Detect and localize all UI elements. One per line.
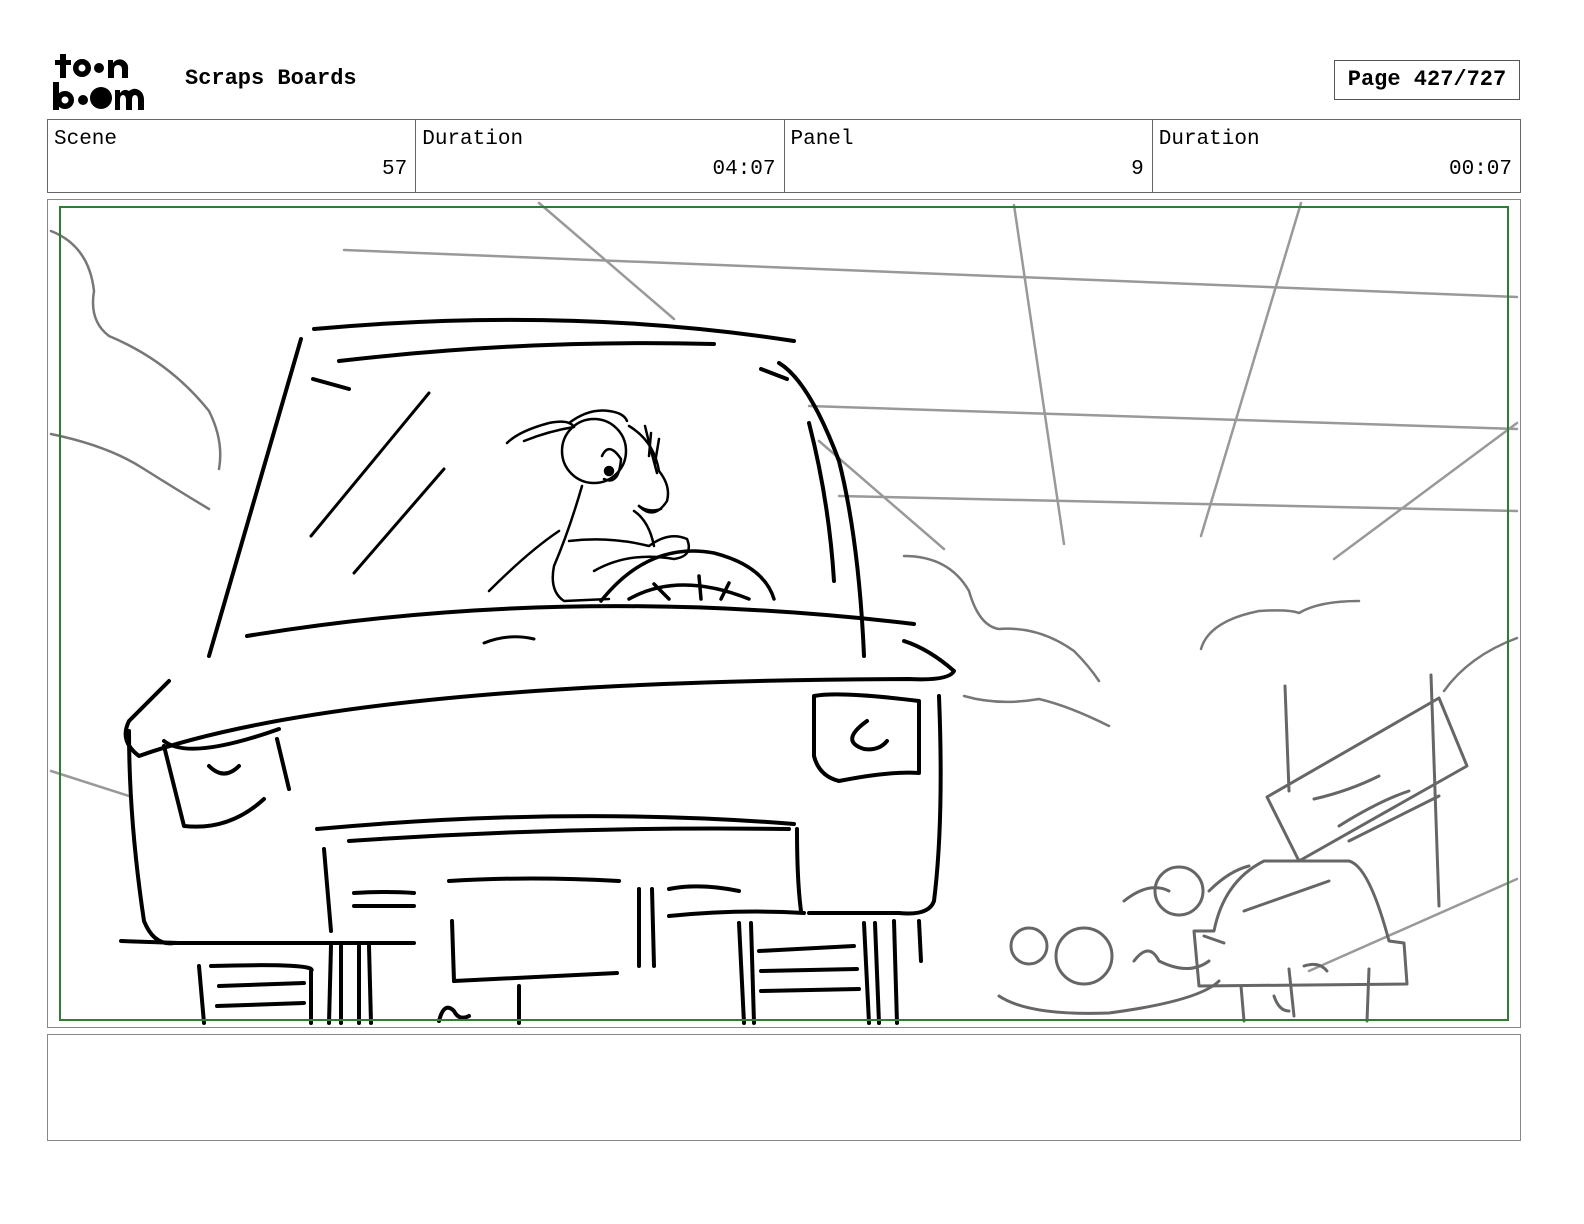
scene-label: Scene	[54, 128, 118, 151]
project-title: Scraps Boards	[185, 66, 357, 91]
scene-info-table: Scene 57 Duration 04:07 Panel 9 Duration…	[47, 119, 1521, 193]
toonboom-logo-icon	[53, 54, 144, 110]
page-indicator: Page 427/727	[1334, 60, 1520, 100]
safe-frame-border	[59, 206, 1509, 1021]
dialogue-notes-box	[47, 1034, 1521, 1141]
panel-duration-label: Duration	[1158, 128, 1260, 151]
scene-duration-label: Duration	[422, 128, 524, 151]
scene-duration-cell: Duration 04:07	[416, 120, 785, 192]
scene-cell: Scene 57	[48, 120, 417, 192]
scene-value: 57	[382, 158, 408, 181]
panel-label: Panel	[790, 128, 854, 151]
panel-duration-cell: Duration 00:07	[1153, 120, 1520, 192]
scene-duration-value: 04:07	[712, 158, 776, 181]
panel-value: 9	[1131, 158, 1144, 181]
toonboom-logo	[52, 52, 164, 112]
panel-cell: Panel 9	[785, 120, 1153, 192]
panel-duration-value: 00:07	[1448, 158, 1512, 181]
